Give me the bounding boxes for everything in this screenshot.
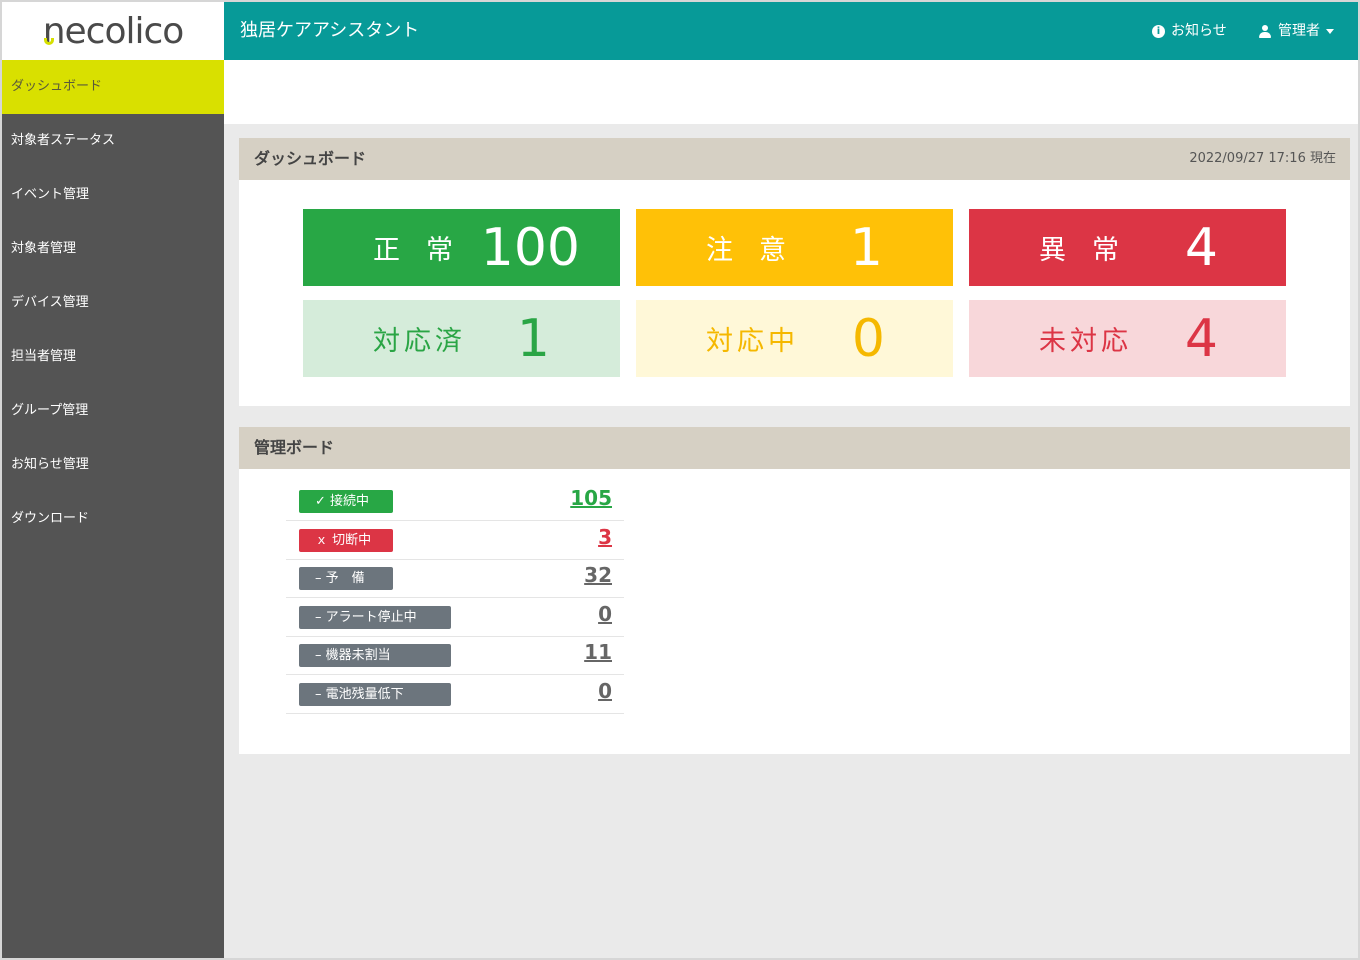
updated-timestamp: 2022/09/27 17:16 現在	[1189, 151, 1336, 166]
status-row-low-battery: – 電池残量低下 0	[286, 676, 624, 714]
dashboard-panel-header: ダッシュボード 2022/09/27 17:16 現在	[239, 138, 1350, 180]
info-icon: i	[1152, 24, 1165, 38]
badge-disconnected: ｘ 切断中	[299, 529, 393, 552]
badge-unassigned: – 機器未割当	[299, 644, 451, 667]
user-icon	[1258, 24, 1272, 38]
card-in-progress-value: 0	[851, 308, 885, 369]
card-unhandled-value: 4	[1184, 308, 1218, 369]
card-caution-label: 注意	[706, 235, 812, 266]
card-caution[interactable]: 注意 1	[636, 209, 953, 286]
logo-text: necolico	[42, 10, 185, 52]
card-unhandled[interactable]: 未対応 4	[969, 300, 1286, 377]
status-row-spare: – 予 備 32	[286, 560, 624, 598]
sidebar-item-event-management[interactable]: イベント管理	[2, 168, 224, 222]
sidebar-item-group-management[interactable]: グループ管理	[2, 384, 224, 438]
top-header: 独居ケアアシスタント i お知らせ 管理者	[224, 2, 1358, 60]
sidebar-item-device-management[interactable]: デバイス管理	[2, 276, 224, 330]
notice-label: お知らせ	[1171, 23, 1227, 39]
sidebar-item-dashboard[interactable]: ダッシュボード	[2, 60, 224, 114]
sidebar-item-subject-management[interactable]: 対象者管理	[2, 222, 224, 276]
badge-low-battery: – 電池残量低下	[299, 683, 451, 706]
card-normal[interactable]: 正常 100	[303, 209, 620, 286]
count-spare-link[interactable]: 32	[584, 563, 612, 587]
caret-down-icon	[1326, 28, 1334, 34]
app-title: 独居ケアアシスタント	[240, 20, 420, 41]
card-in-progress-label: 対応中	[706, 326, 799, 357]
sidebar-item-download[interactable]: ダウンロード	[2, 492, 224, 546]
count-unassigned-link[interactable]: 11	[584, 640, 612, 664]
card-abnormal-value: 4	[1184, 217, 1218, 278]
user-label: 管理者	[1278, 23, 1320, 39]
status-row-disconnected: ｘ 切断中 3	[286, 522, 624, 560]
status-row-alert-paused: – アラート停止中 0	[286, 599, 624, 637]
logo-mark-icon	[43, 37, 54, 45]
card-abnormal[interactable]: 異常 4	[969, 209, 1286, 286]
management-panel: 管理ボード ✓ 接続中 105 ｘ 切断中 3 – 予 備 32 – アラート停…	[239, 427, 1350, 754]
card-normal-label: 正常	[373, 235, 479, 266]
card-responded-label: 対応済	[373, 326, 466, 357]
badge-connected: ✓ 接続中	[299, 490, 393, 513]
card-caution-value: 1	[849, 217, 883, 278]
count-disconnected-link[interactable]: 3	[598, 525, 612, 549]
management-title: 管理ボード	[254, 438, 335, 457]
logo[interactable]: necolico	[2, 2, 224, 60]
count-alert-paused-link[interactable]: 0	[598, 602, 612, 626]
count-low-battery-link[interactable]: 0	[598, 679, 612, 703]
management-panel-header: 管理ボード	[239, 427, 1350, 469]
card-responded-value: 1	[516, 308, 550, 369]
sidebar-item-subject-status[interactable]: 対象者ステータス	[2, 114, 224, 168]
user-menu[interactable]: 管理者	[1258, 2, 1334, 60]
subheader-bar	[224, 60, 1358, 124]
status-row-unassigned: – 機器未割当 11	[286, 637, 624, 675]
sidebar-item-staff-management[interactable]: 担当者管理	[2, 330, 224, 384]
card-normal-value: 100	[480, 217, 580, 278]
card-responded[interactable]: 対応済 1	[303, 300, 620, 377]
dashboard-panel: ダッシュボード 2022/09/27 17:16 現在 正常 100 注意 1 …	[239, 138, 1350, 406]
sidebar-item-notice-management[interactable]: お知らせ管理	[2, 438, 224, 492]
badge-spare: – 予 備	[299, 567, 393, 590]
sidebar: necolico ダッシュボード 対象者ステータス イベント管理 対象者管理 デ…	[2, 2, 224, 958]
card-unhandled-label: 未対応	[1039, 326, 1132, 357]
notice-link[interactable]: i お知らせ	[1152, 2, 1227, 60]
status-row-connected: ✓ 接続中 105	[286, 483, 624, 521]
badge-alert-paused: – アラート停止中	[299, 606, 451, 629]
card-abnormal-label: 異常	[1039, 235, 1145, 266]
count-connected-link[interactable]: 105	[570, 486, 612, 510]
card-in-progress[interactable]: 対応中 0	[636, 300, 953, 377]
app-window: necolico ダッシュボード 対象者ステータス イベント管理 対象者管理 デ…	[0, 0, 1360, 960]
dashboard-title: ダッシュボード	[254, 149, 367, 168]
